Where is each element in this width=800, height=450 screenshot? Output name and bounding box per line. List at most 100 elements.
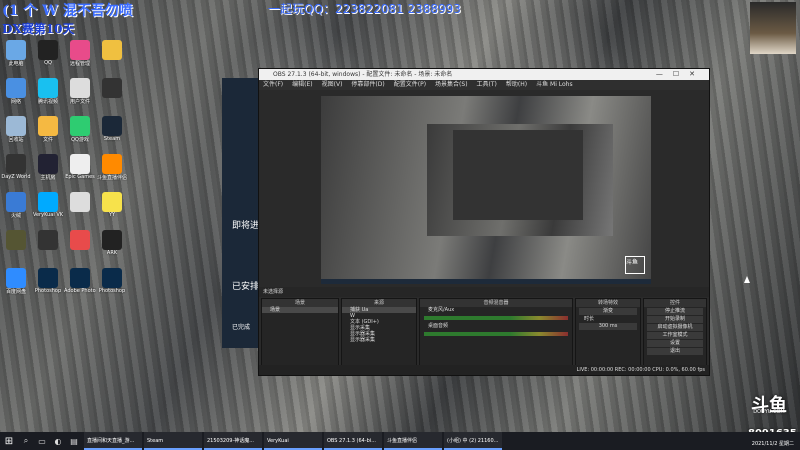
taskbar-app[interactable]: (小组) 中 (2) 21160...: [444, 432, 502, 450]
desktop-icon[interactable]: [64, 230, 96, 250]
search-icon[interactable]: ⌕: [18, 436, 34, 446]
desktop-icon[interactable]: 文件: [32, 116, 64, 143]
desktop-icon[interactable]: DayZ World: [0, 154, 32, 180]
desktop-icon[interactable]: [64, 192, 96, 212]
steam-completed: 已完成: [232, 324, 251, 331]
obs-title-bar[interactable]: OBS 27.1.3 (64-bit, windows) - 配置文件: 未命名…: [259, 69, 709, 80]
desktop-icon-label: 网络: [10, 99, 21, 105]
obs-menu-item[interactable]: 帮助(H): [506, 81, 527, 88]
desktop-icon[interactable]: Epic Games: [64, 154, 96, 180]
desktop-icon-label: Epic Games: [65, 174, 95, 180]
control-button[interactable]: 工作室模式: [647, 332, 703, 339]
taskbar-app[interactable]: VeryKuai: [264, 432, 322, 450]
transition-select[interactable]: 渐变: [579, 308, 637, 315]
task-view-icon[interactable]: ▭: [34, 437, 50, 446]
app-icon: [6, 154, 26, 174]
desktop-icon-label: Adobe Photoshop: [64, 288, 96, 294]
scenes-dock[interactable]: 场景 场景: [261, 298, 339, 366]
mic-meter[interactable]: [424, 316, 568, 320]
desktop-icon[interactable]: 腾讯视频: [32, 78, 64, 105]
obs-menu-item[interactable]: 停靠部件(D): [351, 81, 384, 88]
taskbar-app[interactable]: 斗鱼直播伴侣: [384, 432, 442, 450]
desktop-icon[interactable]: QQ: [32, 40, 64, 66]
app-icon: [38, 116, 58, 136]
control-button[interactable]: 设置: [647, 340, 703, 347]
desktop-icon[interactable]: QQ游戏: [64, 116, 96, 143]
obs-menu-item[interactable]: 编辑(E): [292, 81, 312, 88]
windows-start-icon[interactable]: ⊞: [0, 436, 18, 447]
obs-preview[interactable]: 斗鱼: [321, 96, 651, 284]
obs-menu-item[interactable]: 工具(T): [477, 81, 497, 88]
obs-title: OBS 27.1.3 (64-bit, windows) - 配置文件: 未命名…: [273, 71, 453, 78]
mouse-cursor: [744, 276, 750, 283]
desktop-icon[interactable]: 回收站: [0, 116, 32, 143]
audio-mixer-dock[interactable]: 音频混音器 麦克风/Aux 桌面音频: [419, 298, 573, 366]
desktop-icon[interactable]: VeryKuai VK: [32, 192, 64, 218]
desktop-icon-label: 百度网盘: [5, 289, 26, 295]
desktop-icon[interactable]: 主机房: [32, 154, 64, 181]
desktop-icon[interactable]: [0, 230, 32, 250]
app-icon: [38, 230, 58, 250]
control-button[interactable]: 退出: [647, 348, 703, 355]
app-icon: [38, 192, 58, 212]
control-button[interactable]: 开始录制: [647, 316, 703, 323]
desktop-icon[interactable]: 火绒: [0, 192, 32, 219]
desktop-icon-label: Steam: [103, 136, 121, 142]
desktop-icon[interactable]: 斗鱼直播伴侣: [96, 154, 128, 181]
desktop-meter[interactable]: [424, 332, 568, 336]
desktop-icon-label: 远程管理: [69, 61, 90, 67]
desktop-icon[interactable]: [32, 230, 64, 250]
tray-date: 2021/11/2 星期二: [751, 441, 794, 447]
nested-preview: [427, 124, 613, 236]
controls-dock[interactable]: 控件 停止推流 开始录制 启动虚拟摄像机 工作室模式 设置 退出: [643, 298, 707, 366]
steam-window[interactable]: 即将进 已安排 已完成: [222, 78, 262, 348]
obs-window[interactable]: OBS 27.1.3 (64-bit, windows) - 配置文件: 未命名…: [258, 68, 710, 376]
desktop-icon[interactable]: [96, 40, 128, 60]
desktop-icon[interactable]: 百度网盘: [0, 268, 32, 295]
desktop-icon-label: ARK: [106, 250, 118, 256]
obs-menu-item[interactable]: 场景集合(S): [435, 81, 468, 88]
desktop-icon[interactable]: 此电脑: [0, 40, 32, 67]
desktop-icon[interactable]: ARK: [96, 230, 128, 256]
desktop-icon[interactable]: [96, 78, 128, 98]
desktop-icon[interactable]: 远程管理: [64, 40, 96, 67]
control-button[interactable]: 停止推流: [647, 308, 703, 315]
app-icon: [38, 40, 58, 60]
desktop-icon[interactable]: Photoshop: [32, 268, 64, 294]
obs-menu-bar[interactable]: 文件(F) 编辑(E) 视图(V) 停靠部件(D) 配置文件(P) 场景集合(S) 工具(T…: [259, 80, 709, 90]
app-icon: [70, 78, 90, 98]
taskbar-app[interactable]: 21503209-神话魔...: [204, 432, 262, 450]
app-icon: [102, 154, 122, 174]
desktop-icon-label: DayZ World: [1, 174, 31, 180]
sources-dock[interactable]: 来源 捕获 Ua W 文本 (GDI+) 显示采集 显示器采集 显示器采集: [341, 298, 417, 366]
desktop-icon-label: QQ: [44, 60, 52, 66]
taskbar-app[interactable]: OBS 27.1.3 (64-bi...: [324, 432, 382, 450]
obs-source-bar: 未选择源: [259, 287, 709, 297]
explorer-icon[interactable]: ▤: [66, 437, 82, 446]
preview-taskbar: [321, 279, 651, 284]
window-controls[interactable]: —☐✕: [656, 69, 709, 80]
obs-menu-item[interactable]: 配置文件(P): [394, 81, 426, 88]
desktop-icon[interactable]: 用户文件: [64, 78, 96, 105]
taskbar-app[interactable]: 直播间和天直播_游...: [84, 432, 142, 450]
desktop-icon[interactable]: Photoshop: [96, 268, 128, 294]
transitions-dock[interactable]: 转场特效 渐变 时长 300 ms: [575, 298, 641, 366]
transitions-header: 转场特效: [576, 299, 640, 307]
desktop-icon-label: 斗鱼直播伴侣: [96, 175, 127, 181]
desktop-icon[interactable]: 网络: [0, 78, 32, 105]
desktop-icon[interactable]: Adobe Photoshop: [64, 268, 96, 294]
source-item[interactable]: 显示器采集: [342, 337, 416, 343]
scene-item[interactable]: 场景: [262, 307, 338, 313]
control-button[interactable]: 启动虚拟摄像机: [647, 324, 703, 331]
stream-overlay-title: (1 个 W 混不吾勿喷: [2, 3, 133, 19]
obs-menu-item[interactable]: 斗鱼 Mi Lohs: [536, 81, 573, 88]
edge-icon[interactable]: ◐: [50, 437, 66, 446]
app-icon: [102, 78, 122, 98]
obs-menu-item[interactable]: 文件(F): [263, 81, 283, 88]
taskbar-app[interactable]: Steam: [144, 432, 202, 450]
desktop-icon[interactable]: YY: [96, 192, 128, 218]
obs-menu-item[interactable]: 视图(V): [322, 81, 343, 88]
duration-input[interactable]: 300 ms: [579, 323, 637, 330]
desktop-icon[interactable]: Steam: [96, 116, 128, 142]
system-tray[interactable]: 2021/11/2 星期二: [752, 441, 794, 448]
